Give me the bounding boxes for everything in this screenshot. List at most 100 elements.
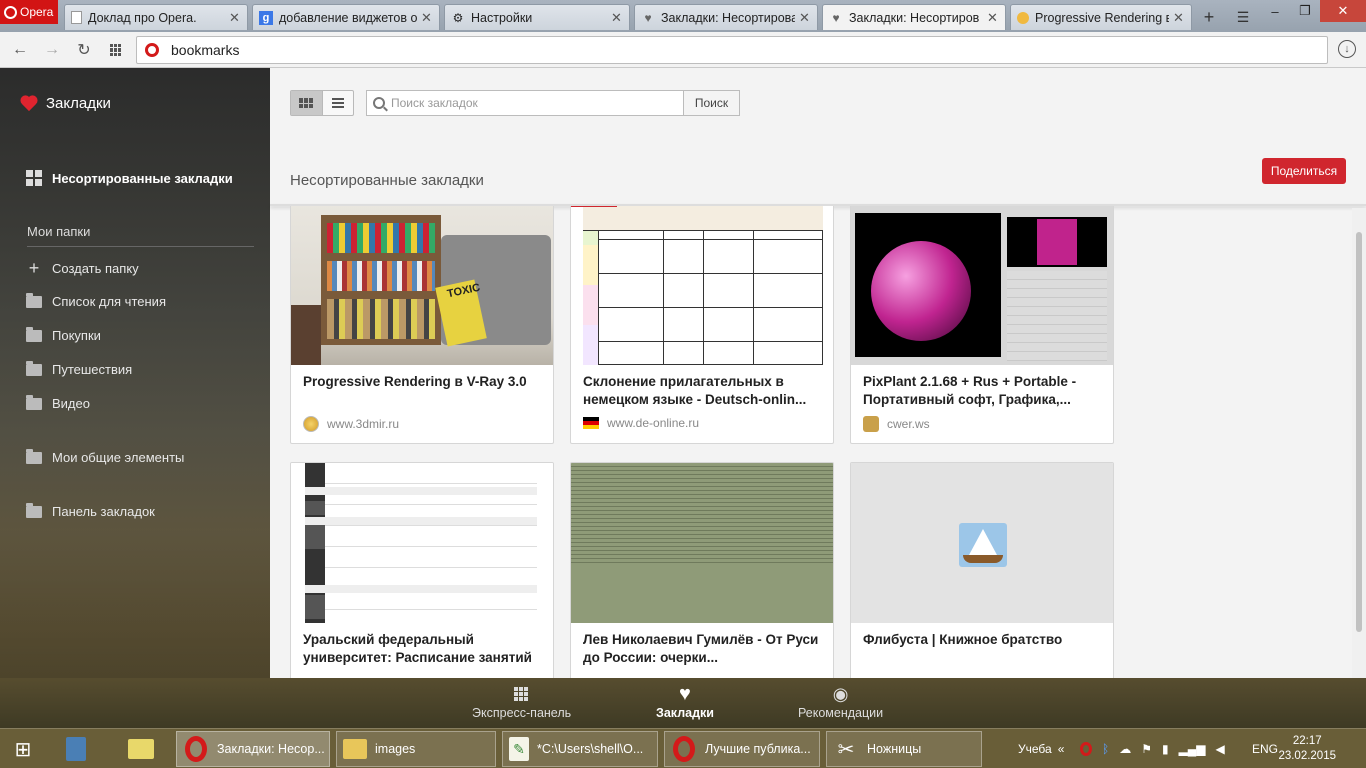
tab-6[interactable]: Progressive Rendering в ✕ xyxy=(1010,4,1192,30)
network-icon[interactable]: ▂▄▆ xyxy=(1179,742,1206,756)
create-folder-button[interactable]: + Создать папку xyxy=(26,258,139,279)
back-button[interactable]: ← xyxy=(10,40,30,60)
folder-icon xyxy=(343,739,367,759)
taskbar-item-snipping[interactable]: ✂ Ножницы xyxy=(826,731,982,767)
url-field[interactable]: bookmarks xyxy=(136,36,1328,64)
card-url: cwer.ws xyxy=(863,416,930,432)
card-url-text: www.de-online.ru xyxy=(607,416,700,430)
forward-button[interactable]: → xyxy=(42,40,62,60)
clock[interactable]: 22:17 23.02.2015 xyxy=(1278,734,1336,764)
taskbar-item-label: Закладки: Несор... xyxy=(217,742,325,756)
clock-date: 23.02.2015 xyxy=(1278,750,1336,762)
tab-menu-button[interactable]: ☰ xyxy=(1230,6,1256,28)
close-tab-icon[interactable]: ✕ xyxy=(229,10,241,26)
tray-toolbar-label[interactable]: Учеба « xyxy=(1018,729,1064,768)
bookmark-search: Поиск закладок Поиск xyxy=(366,90,740,116)
sidebar-item-unsorted[interactable]: Несортированные закладки xyxy=(26,170,233,186)
share-button[interactable]: Поделиться xyxy=(1262,158,1346,184)
download-icon[interactable]: ↓ xyxy=(1338,40,1356,58)
close-tab-icon[interactable]: ✕ xyxy=(799,10,811,26)
sidebar-item-reading-list[interactable]: Список для чтения xyxy=(26,292,166,309)
card-title: Уральский федеральный университет: Распи… xyxy=(303,632,532,665)
bluetooth-icon[interactable]: ᛒ xyxy=(1102,742,1109,756)
folder-icon xyxy=(26,326,42,342)
list-view-button[interactable] xyxy=(323,91,354,115)
bookmark-card[interactable]: Флибуста | Книжное братство xyxy=(850,462,1114,678)
speed-dial-grid-button[interactable] xyxy=(106,40,126,60)
google-icon: g xyxy=(259,10,273,25)
app-pin[interactable] xyxy=(122,731,166,767)
sidebar-item-bookmarks-bar[interactable]: Панель закладок xyxy=(26,502,155,519)
sidebar-item-shopping[interactable]: Покупки xyxy=(26,326,101,343)
bookmark-card[interactable]: TOXIC Progressive Rendering в V-Ray 3.0 … xyxy=(290,206,554,444)
sidebar-item-label: Мои общие элементы xyxy=(52,450,185,465)
tab-title: добавление виджетов о xyxy=(279,10,417,25)
folder-icon xyxy=(26,394,42,410)
search-icon xyxy=(373,97,385,109)
card-title: Склонение прилагательных в немецком язык… xyxy=(583,374,807,407)
thumbnail-image xyxy=(851,463,1113,623)
opera-icon[interactable] xyxy=(1080,742,1092,756)
clock-time: 22:17 xyxy=(1292,735,1322,747)
battery-icon[interactable]: ▮ xyxy=(1162,742,1169,756)
tab-2[interactable]: g добавление виджетов о ✕ xyxy=(252,4,440,30)
divider xyxy=(27,246,254,247)
calculator-pin[interactable] xyxy=(60,731,104,767)
scissors-icon: ✂ xyxy=(837,738,855,761)
tab-3[interactable]: ⚙ Настройки ✕ xyxy=(444,4,630,30)
search-button[interactable]: Поиск xyxy=(683,91,739,115)
maximize-button[interactable]: ❐ xyxy=(1290,0,1320,22)
reload-button[interactable]: ↻ xyxy=(74,40,94,60)
close-tab-icon[interactable]: ✕ xyxy=(1173,10,1185,26)
taskbar-item-explorer[interactable]: images xyxy=(336,731,496,767)
tab-4[interactable]: ♥ Закладки: Несортирова ✕ xyxy=(634,4,818,30)
recommendations-button[interactable]: ◉ Рекомендации xyxy=(798,684,883,721)
calculator-icon xyxy=(66,737,86,761)
sidebar-title-text: Закладки xyxy=(46,95,111,112)
tab-title: Настройки xyxy=(471,10,533,25)
sidebar-item-video[interactable]: Видео xyxy=(26,394,90,411)
folder-icon xyxy=(26,360,42,376)
bookmarks-nav-button[interactable]: ♥ Закладки xyxy=(656,683,714,721)
taskbar-item-opera-bookmarks[interactable]: Закладки: Несор... xyxy=(176,731,330,767)
scrollbar[interactable] xyxy=(1352,208,1366,678)
flag-icon[interactable]: ⚑ xyxy=(1141,742,1152,756)
scrollbar-thumb[interactable] xyxy=(1356,232,1362,632)
search-input[interactable]: Поиск закладок xyxy=(391,96,683,110)
taskbar-item-notepad[interactable]: ✎ *C:\Users\shell\O... xyxy=(502,731,658,767)
bookmark-card[interactable]: Уральский федеральный университет: Распи… xyxy=(290,462,554,678)
volume-icon[interactable]: ◀ xyxy=(1216,742,1225,756)
cloud-icon[interactable]: ☁ xyxy=(1119,742,1131,756)
card-title: Флибуста | Книжное братство xyxy=(863,632,1063,647)
bookmarks-main: Поиск закладок Поиск Несортированные зак… xyxy=(270,68,1366,678)
opera-menu-button[interactable]: Opera xyxy=(0,0,58,24)
sidebar-item-travel[interactable]: Путешествия xyxy=(26,360,132,377)
grid-view-button[interactable] xyxy=(291,91,323,115)
grid-icon xyxy=(110,44,122,56)
bookmark-card[interactable]: Лев Николаевич Гумилёв - От Руси до Росс… xyxy=(570,462,834,678)
bookmark-card[interactable]: Склонение прилагательных в немецком язык… xyxy=(570,206,834,444)
close-tab-icon[interactable]: ✕ xyxy=(611,10,623,26)
close-tab-icon[interactable]: ✕ xyxy=(987,10,999,26)
opera-logo-icon xyxy=(4,5,17,19)
close-tab-icon[interactable]: ✕ xyxy=(421,10,433,26)
close-window-button[interactable]: ✕ xyxy=(1320,0,1366,22)
address-bar: ← → ↻ bookmarks ↓ xyxy=(0,32,1366,68)
tab-5-active[interactable]: ♥ Закладки: Несортиров ✕ xyxy=(822,4,1006,30)
start-button[interactable]: ⊞ xyxy=(4,731,44,767)
speed-dial-button[interactable]: Экспресс-панель xyxy=(472,684,571,720)
window-controls: – ❐ ✕ xyxy=(1260,0,1366,22)
new-tab-button[interactable]: + xyxy=(1196,6,1222,28)
minimize-button[interactable]: – xyxy=(1260,0,1290,22)
taskbar-item-label: Ножницы xyxy=(867,742,922,756)
bookmarks-sidebar: Закладки Несортированные закладки Мои па… xyxy=(0,68,270,678)
language-indicator[interactable]: ENG xyxy=(1252,729,1278,768)
sidebar-item-shared[interactable]: Мои общие элементы xyxy=(26,448,185,465)
card-title: PixPlant 2.1.68 + Rus + Portable - Порта… xyxy=(863,374,1077,407)
taskbar-item-opera-2[interactable]: Лучшие публика... xyxy=(664,731,820,767)
german-flag-icon xyxy=(583,417,599,429)
tab-1[interactable]: Доклад про Opera. ✕ xyxy=(64,4,248,30)
gear-icon: ⚙ xyxy=(452,10,464,25)
sidebar-item-label: Несортированные закладки xyxy=(52,170,233,186)
bookmark-card[interactable]: PixPlant 2.1.68 + Rus + Portable - Порта… xyxy=(850,206,1114,444)
